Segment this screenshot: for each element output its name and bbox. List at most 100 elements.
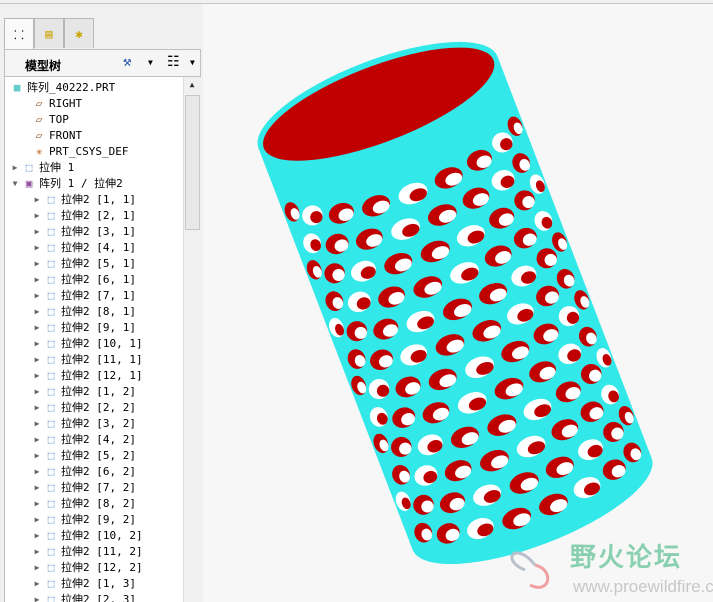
settings-tools-icon[interactable]: ⚒ xyxy=(123,54,131,70)
expand-toggle-icon[interactable]: ▶ xyxy=(31,576,43,592)
folder-browser-tab[interactable]: ▤ xyxy=(34,18,64,48)
expand-toggle-icon[interactable]: ▼ xyxy=(9,176,21,192)
tree-item[interactable]: ▱ FRONT xyxy=(9,128,82,144)
model-tree-tab[interactable]: ⸬ xyxy=(4,18,34,50)
extrude-icon: ⬚ xyxy=(47,529,55,542)
expand-toggle-icon[interactable]: ▶ xyxy=(31,272,43,288)
extrude-icon: ⬚ xyxy=(47,497,55,510)
pattern-member-item[interactable]: ▶ ⬚ 拉伸2 [1, 3] xyxy=(31,576,136,592)
expand-toggle-icon[interactable]: ▶ xyxy=(31,528,43,544)
pattern-member-item[interactable]: ▶ ⬚ 拉伸2 [3, 1] xyxy=(31,224,136,240)
pattern-member-item[interactable]: ▶ ⬚ 拉伸2 [5, 2] xyxy=(31,448,136,464)
expand-toggle-icon[interactable]: ▶ xyxy=(31,448,43,464)
pattern-member-item[interactable]: ▶ ⬚ 拉伸2 [4, 2] xyxy=(31,432,136,448)
pattern-member-item[interactable]: ▶ ⬚ 拉伸2 [6, 2] xyxy=(31,464,136,480)
expand-toggle-icon[interactable]: ▶ xyxy=(31,352,43,368)
tree-scrollbar[interactable]: ▲ xyxy=(183,77,200,602)
pattern-member-item[interactable]: ▶ ⬚ 拉伸2 [12, 1] xyxy=(31,368,143,384)
pattern-member-item[interactable]: ▶ ⬚ 拉伸2 [9, 2] xyxy=(31,512,136,528)
expand-toggle-icon[interactable]: ▶ xyxy=(31,480,43,496)
extrude-icon: ⬚ xyxy=(47,561,55,574)
extrude-icon: ⬚ xyxy=(47,513,55,526)
extrude-icon: ⬚ xyxy=(47,593,55,602)
csys-icon: ✳ xyxy=(35,145,43,158)
pattern-member-item[interactable]: ▶ ⬚ 拉伸2 [10, 1] xyxy=(31,336,143,352)
scroll-up-icon[interactable]: ▲ xyxy=(184,77,200,93)
show-list-icon[interactable]: ☷ xyxy=(167,54,180,70)
extrude-icon: ⬚ xyxy=(47,417,55,430)
pattern-member-item[interactable]: ▶ ⬚ 拉伸2 [10, 2] xyxy=(31,528,143,544)
pattern-member-item[interactable]: ▶ ⬚ 拉伸2 [5, 1] xyxy=(31,256,136,272)
expand-toggle-icon[interactable]: ▶ xyxy=(31,544,43,560)
extrude-icon: ⬚ xyxy=(47,241,55,254)
pattern-member-item[interactable]: ▶ ⬚ 拉伸2 [11, 2] xyxy=(31,544,143,560)
pattern-member-item[interactable]: ▶ ⬚ 拉伸2 [6, 1] xyxy=(31,272,136,288)
extrude-icon: ⬚ xyxy=(47,433,55,446)
pattern-member-item[interactable]: ▶ ⬚ 拉伸2 [3, 2] xyxy=(31,416,136,432)
tree-item[interactable]: ▱ RIGHT xyxy=(9,96,82,112)
pattern-member-item[interactable]: ▶ ⬚ 拉伸2 [9, 1] xyxy=(31,320,136,336)
folders-icon: ▤ xyxy=(45,26,53,41)
part-icon: ■ xyxy=(13,81,21,94)
pattern-member-item[interactable]: ▶ ⬚ 拉伸2 [2, 2] xyxy=(31,400,136,416)
extrude-icon: ⬚ xyxy=(47,369,55,382)
scroll-thumb[interactable] xyxy=(185,95,200,230)
tree-item[interactable]: ▶ ⬚ 拉伸 1 xyxy=(9,160,75,176)
expand-toggle-icon[interactable]: ▶ xyxy=(31,432,43,448)
pattern-member-item[interactable]: ▶ ⬚ 拉伸2 [7, 2] xyxy=(31,480,136,496)
expand-toggle-icon[interactable]: ▶ xyxy=(31,224,43,240)
extrude-icon: ⬚ xyxy=(47,337,55,350)
datum-plane-icon: ▱ xyxy=(35,113,43,126)
datum-plane-icon: ▱ xyxy=(35,97,43,110)
tree-item[interactable]: ▼ ▣ 阵列 1 / 拉伸2 xyxy=(9,176,123,192)
pattern-member-item[interactable]: ▶ ⬚ 拉伸2 [7, 1] xyxy=(31,288,136,304)
extrude-icon: ⬚ xyxy=(47,209,55,222)
favorites-tab[interactable]: ✱ xyxy=(64,18,94,48)
expand-toggle-icon[interactable]: ▶ xyxy=(9,160,21,176)
expand-toggle-icon[interactable]: ▶ xyxy=(31,288,43,304)
navigator-panel: ⸬ ▤ ✱ 模型树 ⚒ ▼ ☷ ▼ ■ 阵列_40222.PRT ▱ RIGHT ▱… xyxy=(0,4,203,602)
tree-item[interactable]: ✳ PRT_CSYS_DEF xyxy=(9,144,129,160)
pattern-member-item[interactable]: ▶ ⬚ 拉伸2 [8, 2] xyxy=(31,496,136,512)
extrude-icon: ⬚ xyxy=(47,257,55,270)
extrude-icon: ⬚ xyxy=(47,321,55,334)
pattern-member-item[interactable]: ▶ ⬚ 拉伸2 [4, 1] xyxy=(31,240,136,256)
graphics-viewport[interactable] xyxy=(203,5,713,602)
expand-toggle-icon[interactable]: ▶ xyxy=(31,256,43,272)
extrude-icon: ⬚ xyxy=(47,449,55,462)
expand-toggle-icon[interactable]: ▶ xyxy=(31,192,43,208)
extrude-icon: ⬚ xyxy=(47,225,55,238)
pattern-member-item[interactable]: ▶ ⬚ 拉伸2 [1, 2] xyxy=(31,384,136,400)
pattern-member-item[interactable]: ▶ ⬚ 拉伸2 [11, 1] xyxy=(31,352,143,368)
tree-item[interactable]: ▱ TOP xyxy=(9,112,69,128)
expand-toggle-icon[interactable]: ▶ xyxy=(31,400,43,416)
pattern-member-item[interactable]: ▶ ⬚ 拉伸2 [2, 3] xyxy=(31,592,136,602)
expand-toggle-icon[interactable]: ▶ xyxy=(31,464,43,480)
expand-toggle-icon[interactable]: ▶ xyxy=(31,496,43,512)
pattern-member-item[interactable]: ▶ ⬚ 拉伸2 [12, 2] xyxy=(31,560,143,576)
pattern-member-item[interactable]: ▶ ⬚ 拉伸2 [2, 1] xyxy=(31,208,136,224)
expand-toggle-icon[interactable]: ▶ xyxy=(31,208,43,224)
expand-toggle-icon[interactable]: ▶ xyxy=(31,240,43,256)
expand-toggle-icon[interactable]: ▶ xyxy=(31,560,43,576)
expand-toggle-icon[interactable]: ▶ xyxy=(31,384,43,400)
extrude-icon: ⬚ xyxy=(47,401,55,414)
butterfly-logo-icon xyxy=(510,551,550,589)
extrude-icon: ⬚ xyxy=(47,193,55,206)
expand-toggle-icon[interactable]: ▶ xyxy=(31,512,43,528)
pattern-member-item[interactable]: ▶ ⬚ 拉伸2 [8, 1] xyxy=(31,304,136,320)
expand-toggle-icon[interactable]: ▶ xyxy=(31,368,43,384)
extrude-icon: ⬚ xyxy=(47,273,55,286)
datum-plane-icon: ▱ xyxy=(35,129,43,142)
expand-toggle-icon[interactable]: ▶ xyxy=(31,592,43,602)
expand-toggle-icon[interactable]: ▶ xyxy=(31,304,43,320)
show-dropdown-icon[interactable]: ▼ xyxy=(190,58,195,67)
pattern-member-item[interactable]: ▶ ⬚ 拉伸2 [1, 1] xyxy=(31,192,136,208)
extrude-icon: ⬚ xyxy=(25,161,33,174)
model-tree: ■ 阵列_40222.PRT ▱ RIGHT ▱ TOP ▱ FRONT ✳ PRT_CSYS… xyxy=(4,77,183,602)
expand-toggle-icon[interactable]: ▶ xyxy=(31,336,43,352)
tree-root[interactable]: ■ 阵列_40222.PRT xyxy=(9,80,116,96)
expand-toggle-icon[interactable]: ▶ xyxy=(31,416,43,432)
expand-toggle-icon[interactable]: ▶ xyxy=(31,320,43,336)
settings-dropdown-icon[interactable]: ▼ xyxy=(148,58,153,67)
